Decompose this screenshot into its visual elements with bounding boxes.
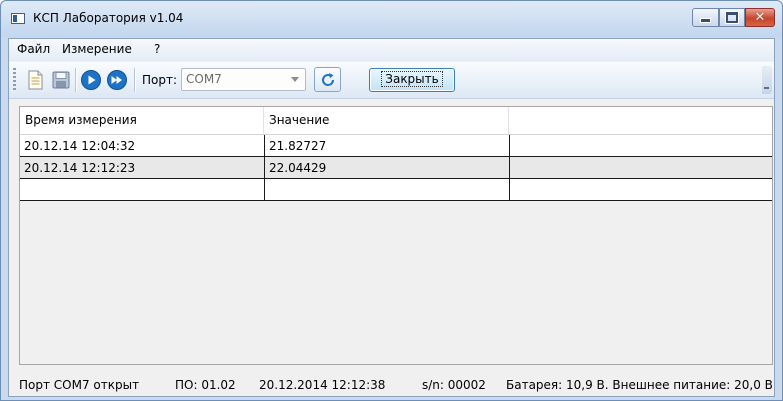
client-area: Файл Измерение ? Порт: COM7 Закрыть Врем…	[8, 38, 775, 397]
cell-value[interactable]	[265, 179, 510, 201]
port-select-value: COM7	[186, 72, 222, 86]
cell-time[interactable]	[20, 179, 265, 201]
title-bar[interactable]: КСП Лаборатория v1.04 ✕	[1, 1, 782, 37]
fast-forward-icon[interactable]	[106, 69, 128, 91]
toolbar-separator	[134, 68, 136, 92]
table-row[interactable]: 20.12.14 12:04:32 21.82727	[20, 135, 772, 157]
close-port-button-label: Закрыть	[381, 71, 443, 87]
chevron-down-icon	[291, 77, 299, 82]
table-row-new[interactable]	[20, 179, 772, 201]
toolbar-grip[interactable]	[13, 68, 16, 91]
close-port-button[interactable]: Закрыть	[369, 68, 455, 92]
cell-value[interactable]: 21.82727	[265, 135, 510, 157]
menu-measurement[interactable]: Измерение	[62, 42, 132, 56]
port-select[interactable]: COM7	[181, 68, 306, 91]
play-icon[interactable]	[80, 69, 102, 91]
save-icon[interactable]	[50, 69, 72, 91]
status-port: Порт COM7 открыт	[19, 378, 140, 392]
toolbar-separator	[75, 68, 77, 92]
grid-header: Время измерения Значение	[20, 107, 772, 135]
status-power: Батарея: 10,9 В. Внешнее питание: 20,0 В	[506, 378, 773, 392]
cell-time[interactable]: 20.12.14 12:12:23	[20, 157, 265, 179]
maximize-icon	[725, 11, 739, 24]
column-header-value[interactable]: Значение	[264, 107, 509, 134]
cell-empty[interactable]	[510, 135, 772, 157]
toolbar-overflow-button[interactable]	[762, 66, 772, 94]
menu-bar: Файл Измерение ?	[9, 39, 774, 61]
minimize-icon	[700, 18, 711, 23]
new-document-icon[interactable]	[24, 69, 46, 91]
cell-time[interactable]: 20.12.14 12:04:32	[20, 135, 265, 157]
cell-empty[interactable]	[510, 179, 772, 201]
app-icon	[11, 13, 25, 24]
refresh-ports-button[interactable]	[314, 67, 341, 92]
status-serial: s/n: 00002	[422, 378, 486, 392]
table-row[interactable]: 20.12.14 12:12:23 22.04429	[20, 157, 772, 179]
column-header-empty[interactable]	[509, 107, 772, 134]
status-firmware: ПО: 01.02	[175, 378, 236, 392]
cell-empty[interactable]	[510, 157, 772, 179]
menu-file[interactable]: Файл	[17, 42, 50, 56]
close-window-button[interactable]: ✕	[745, 8, 775, 27]
status-datetime: 20.12.2014 12:12:38	[259, 378, 386, 392]
toolbar: Порт: COM7 Закрыть	[9, 62, 774, 99]
column-header-time[interactable]: Время измерения	[20, 107, 264, 134]
menu-help[interactable]: ?	[154, 42, 160, 56]
refresh-icon	[321, 72, 334, 86]
port-label: Порт:	[142, 73, 178, 87]
cell-value[interactable]: 22.04429	[265, 157, 510, 179]
status-bar: Порт COM7 открыт ПО: 01.02 20.12.2014 12…	[9, 375, 774, 396]
measurements-grid: Время измерения Значение 20.12.14 12:04:…	[19, 106, 773, 365]
minimize-button[interactable]	[692, 8, 719, 27]
close-icon: ✕	[754, 10, 766, 25]
maximize-button[interactable]	[719, 8, 745, 27]
window-title: КСП Лаборатория v1.04	[33, 11, 184, 25]
app-window: КСП Лаборатория v1.04 ✕ Файл Измерение ?	[0, 0, 783, 401]
